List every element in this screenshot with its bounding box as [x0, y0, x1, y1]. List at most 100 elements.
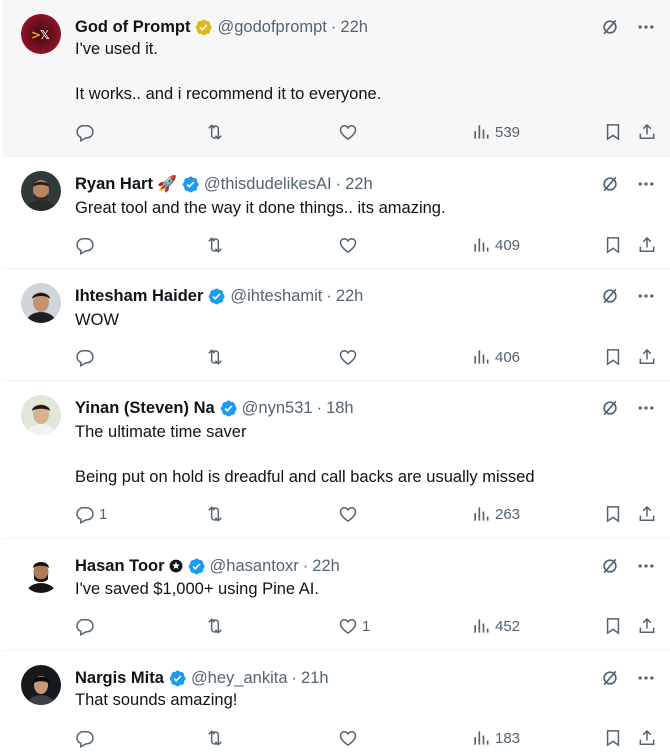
share-icon — [639, 617, 655, 633]
views-button[interactable]: 263 — [471, 502, 520, 526]
bookmark-icon — [606, 506, 620, 523]
views-button[interactable]: 409 — [471, 233, 520, 257]
share-button[interactable] — [637, 120, 657, 144]
grok-icon[interactable] — [600, 17, 620, 37]
author-handle[interactable]: @thisdudelikesAI — [204, 175, 332, 194]
reply-icon — [76, 238, 94, 255]
tweet-paragraph: I've saved $1,000+ using Pine AI. — [75, 580, 319, 598]
timestamp[interactable]: 22h — [312, 557, 340, 576]
author-name[interactable]: Ryan Hart — [75, 175, 153, 194]
author-handle[interactable]: @ihteshamit — [230, 287, 322, 306]
share-icon — [639, 505, 655, 521]
more-options-icon[interactable] — [636, 174, 656, 194]
grok-icon[interactable] — [600, 668, 620, 688]
share-button[interactable] — [637, 502, 657, 526]
more-options-icon[interactable] — [636, 17, 656, 37]
like-icon — [339, 349, 357, 365]
share-button[interactable] — [637, 233, 657, 257]
more-options-icon[interactable] — [636, 556, 656, 576]
timestamp[interactable]: 18h — [326, 399, 354, 418]
bookmark-button[interactable] — [603, 233, 623, 257]
tweet-paragraph: Great tool and the way it done things.. … — [75, 199, 446, 217]
like-button[interactable] — [338, 726, 362, 750]
like-button[interactable] — [338, 120, 362, 144]
share-icon — [639, 236, 655, 252]
avatar[interactable] — [21, 665, 61, 705]
repost-button[interactable] — [205, 614, 225, 638]
tweet-header: Ryan Hart 🚀 @thisdudelikesAI · 22h — [75, 173, 373, 195]
share-icon — [639, 729, 655, 745]
bookmark-button[interactable] — [603, 726, 623, 750]
reply-button[interactable] — [75, 726, 99, 750]
share-button[interactable] — [637, 614, 657, 638]
tweet[interactable]: Nargis Mita @hey_ankita · 21h That sound… — [3, 651, 670, 756]
repost-button[interactable] — [205, 726, 225, 750]
like-button[interactable] — [338, 345, 362, 369]
tweet[interactable]: Ryan Hart 🚀 @thisdudelikesAI · 22h Great… — [3, 157, 670, 269]
grok-icon[interactable] — [600, 174, 620, 194]
tweet-header: Ihtesham Haider @ihteshamit · 22h — [75, 285, 363, 307]
grok-icon[interactable] — [600, 556, 620, 576]
repost-button[interactable] — [205, 233, 225, 257]
more-options-icon[interactable] — [636, 668, 656, 688]
author-handle[interactable]: @nyn531 — [242, 399, 313, 418]
avatar[interactable] — [21, 395, 61, 435]
reply-button[interactable] — [75, 614, 99, 638]
blue-verified-badge-icon — [209, 288, 225, 304]
tweet-text: The ultimate time saver Being put on hol… — [75, 421, 535, 489]
blue-verified-badge-icon — [169, 670, 186, 686]
repost-button[interactable] — [205, 120, 225, 144]
more-options-icon[interactable] — [636, 398, 656, 418]
tweet[interactable]: Yinan (Steven) Na @nyn531 · 18h The ulti… — [3, 381, 670, 539]
author-handle[interactable]: @hey_ankita — [191, 669, 288, 688]
reply-button[interactable] — [75, 345, 99, 369]
author-name[interactable]: Yinan (Steven) Na — [75, 399, 215, 418]
bookmark-button[interactable] — [603, 120, 623, 144]
views-chart-icon — [474, 125, 489, 139]
avatar[interactable] — [21, 283, 61, 323]
views-button[interactable]: 539 — [471, 120, 520, 144]
more-options-icon[interactable] — [636, 286, 656, 306]
repost-button[interactable] — [205, 502, 225, 526]
tweet-header: Nargis Mita @hey_ankita · 21h — [75, 667, 329, 689]
reply-button[interactable] — [75, 233, 99, 257]
timestamp[interactable]: 22h — [340, 18, 368, 37]
like-button[interactable] — [338, 233, 362, 257]
avatar[interactable] — [21, 171, 61, 211]
share-button[interactable] — [637, 726, 657, 750]
avatar[interactable] — [21, 553, 61, 593]
views-button[interactable]: 183 — [471, 726, 520, 750]
grok-icon[interactable] — [600, 398, 620, 418]
tweet[interactable]: > 𝕏 God of Prompt @godofprompt · 22h I've… — [3, 0, 670, 157]
bookmark-button[interactable] — [603, 614, 623, 638]
timestamp[interactable]: 22h — [345, 175, 373, 194]
author-name[interactable]: Nargis Mita — [75, 669, 164, 688]
author-handle[interactable]: @hasantoxr — [210, 557, 299, 576]
tweet-top-actions — [600, 286, 656, 306]
share-icon — [639, 348, 655, 364]
repost-button[interactable] — [205, 345, 225, 369]
separator-dot: · — [326, 286, 332, 305]
timestamp[interactable]: 22h — [336, 287, 364, 306]
views-button[interactable]: 452 — [471, 614, 520, 638]
author-name[interactable]: Ihtesham Haider — [75, 287, 203, 306]
author-name[interactable]: God of Prompt — [75, 18, 190, 37]
bookmark-button[interactable] — [603, 345, 623, 369]
author-handle[interactable]: @godofprompt — [217, 18, 326, 37]
views-button[interactable]: 406 — [471, 345, 520, 369]
tweet-actions: 1 263 — [75, 502, 665, 526]
reply-icon — [76, 125, 94, 142]
avatar[interactable]: > 𝕏 — [21, 14, 61, 54]
like-button[interactable]: 1 — [338, 614, 370, 638]
bookmark-button[interactable] — [603, 502, 623, 526]
share-button[interactable] — [637, 345, 657, 369]
reply-button[interactable] — [75, 120, 99, 144]
like-button[interactable] — [338, 502, 362, 526]
tweet[interactable]: Ihtesham Haider @ihteshamit · 22h WOW 40… — [3, 269, 670, 381]
reply-button[interactable]: 1 — [75, 502, 107, 526]
tweet[interactable]: Hasan Toor @hasantoxr · 22h I've saved $… — [3, 539, 670, 651]
tweet-top-actions — [600, 556, 656, 576]
timestamp[interactable]: 21h — [301, 669, 329, 688]
grok-icon[interactable] — [600, 286, 620, 306]
author-name[interactable]: Hasan Toor — [75, 557, 165, 576]
